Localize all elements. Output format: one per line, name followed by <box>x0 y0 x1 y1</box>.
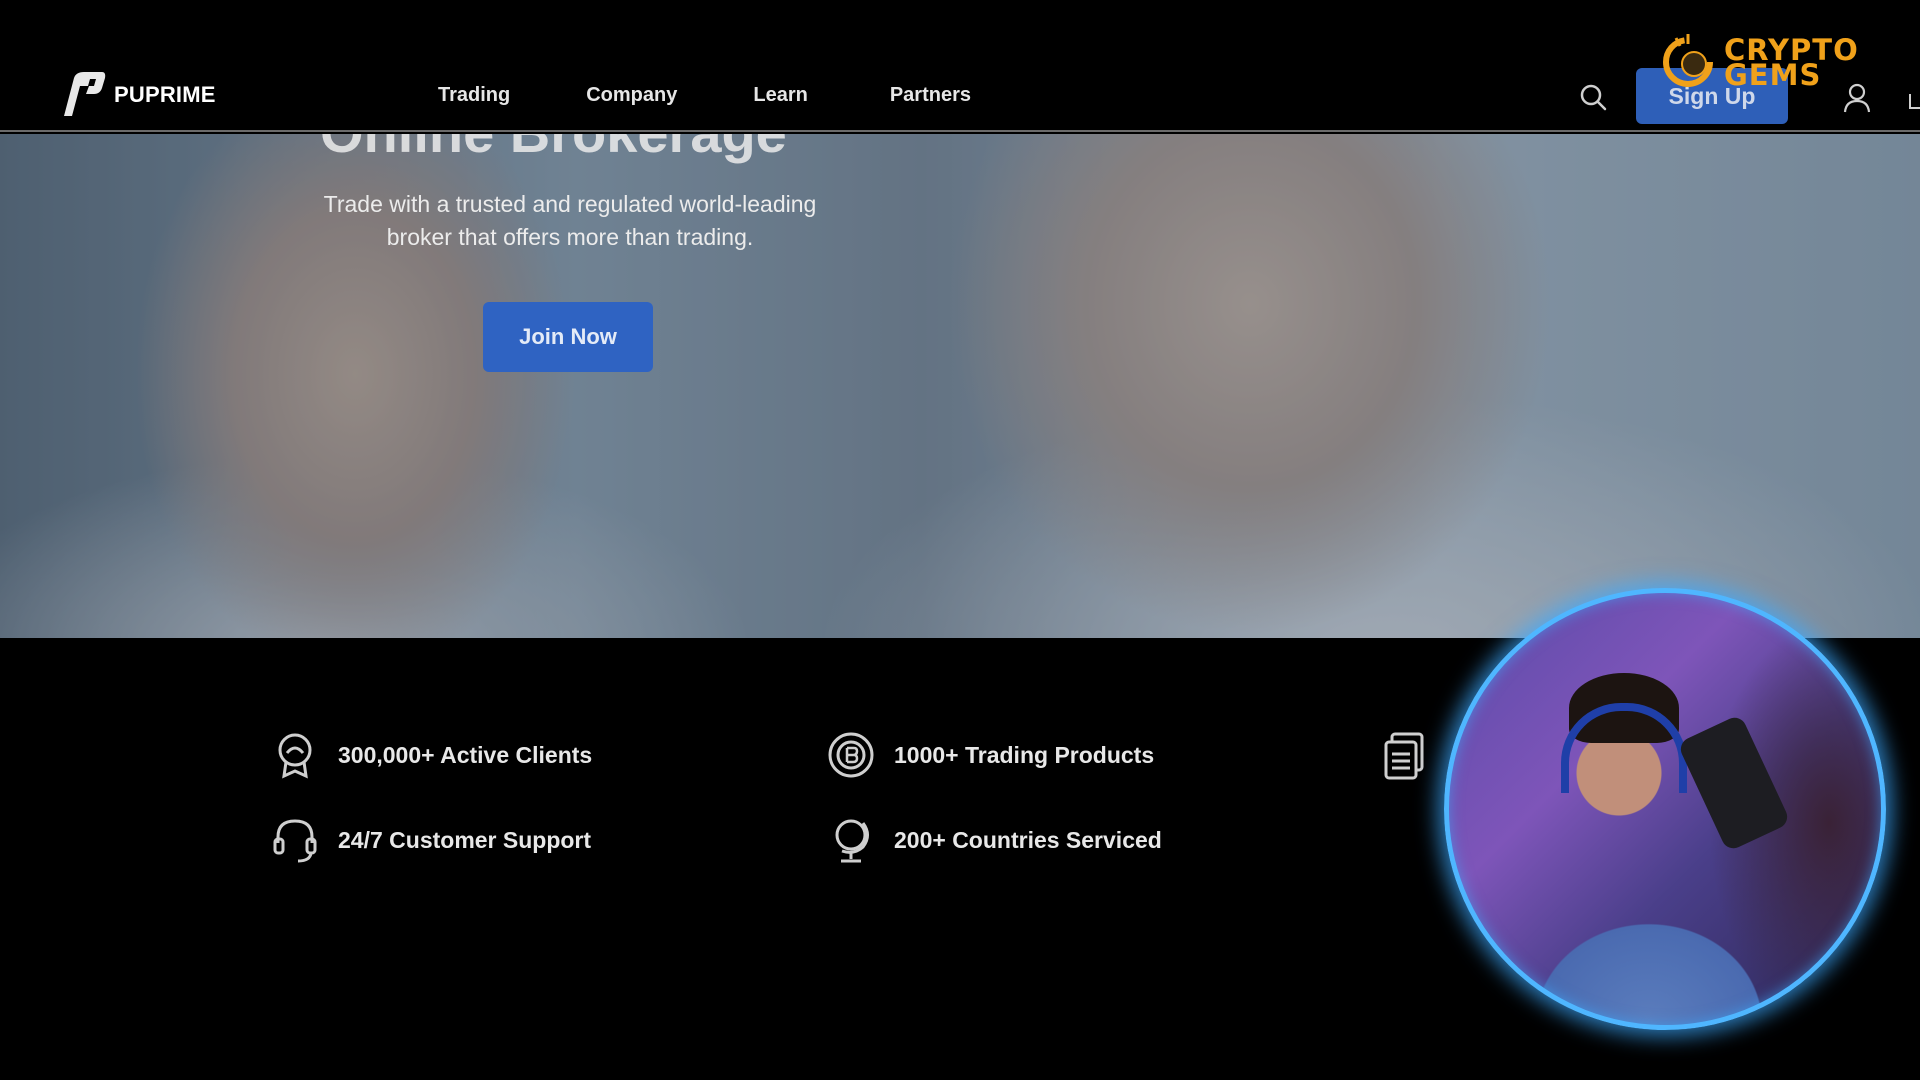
nav-item-partners[interactable]: Partners <box>890 84 971 107</box>
stat-active-clients: 300,000+ Active Clients <box>270 730 592 780</box>
stat-countries-serviced: 200+ Countries Serviced <box>826 815 1162 865</box>
stat-label: 200+ Countries Serviced <box>894 826 1162 853</box>
watermark-text: CRYPTO GEMS <box>1724 33 1859 92</box>
nav-item-company[interactable]: Company <box>586 84 677 107</box>
search-icon[interactable] <box>1578 82 1608 112</box>
crypto-gems-watermark: CRYPTO GEMS <box>1654 30 1894 92</box>
stat-trading-products: 1000+ Trading Products <box>826 730 1154 780</box>
coin-icon <box>828 732 874 778</box>
puprime-logo-icon <box>64 72 106 116</box>
globe-icon <box>835 819 869 863</box>
nav-item-trading[interactable]: Trading <box>438 84 510 107</box>
hero-headline: Online Brokerage <box>320 134 787 165</box>
language-icon[interactable] <box>1906 92 1920 110</box>
stat-label: 300,000+ Active Clients <box>338 741 593 768</box>
webcam-overlay <box>1444 588 1886 1030</box>
hero-subtitle: Trade with a trusted and regulated world… <box>323 191 817 250</box>
hero-section: Online Brokerage Trade with a trusted an… <box>0 134 1920 638</box>
award-icon <box>278 733 312 779</box>
document-icon <box>1384 732 1424 780</box>
brand-name: PUPRIME <box>114 82 216 107</box>
microphone-graphic <box>1676 713 1792 853</box>
nav-item-learn[interactable]: Learn <box>753 84 807 107</box>
top-nav-bar: PUPRIME Trading Company Learn Partners S… <box>0 0 1920 132</box>
brand-logo[interactable]: PUPRIME <box>58 70 216 120</box>
main-nav: Trading Company Learn Partners <box>438 84 971 107</box>
stat-label: 24/7 Customer Support <box>338 826 592 853</box>
stat-customer-support: 24/7 Customer Support <box>270 815 591 865</box>
crypto-gems-logo-icon <box>1663 34 1713 87</box>
headset-icon <box>273 819 317 863</box>
stat-label: 1000+ Trading Products <box>894 741 1155 768</box>
join-now-button[interactable]: Join Now <box>483 302 653 372</box>
